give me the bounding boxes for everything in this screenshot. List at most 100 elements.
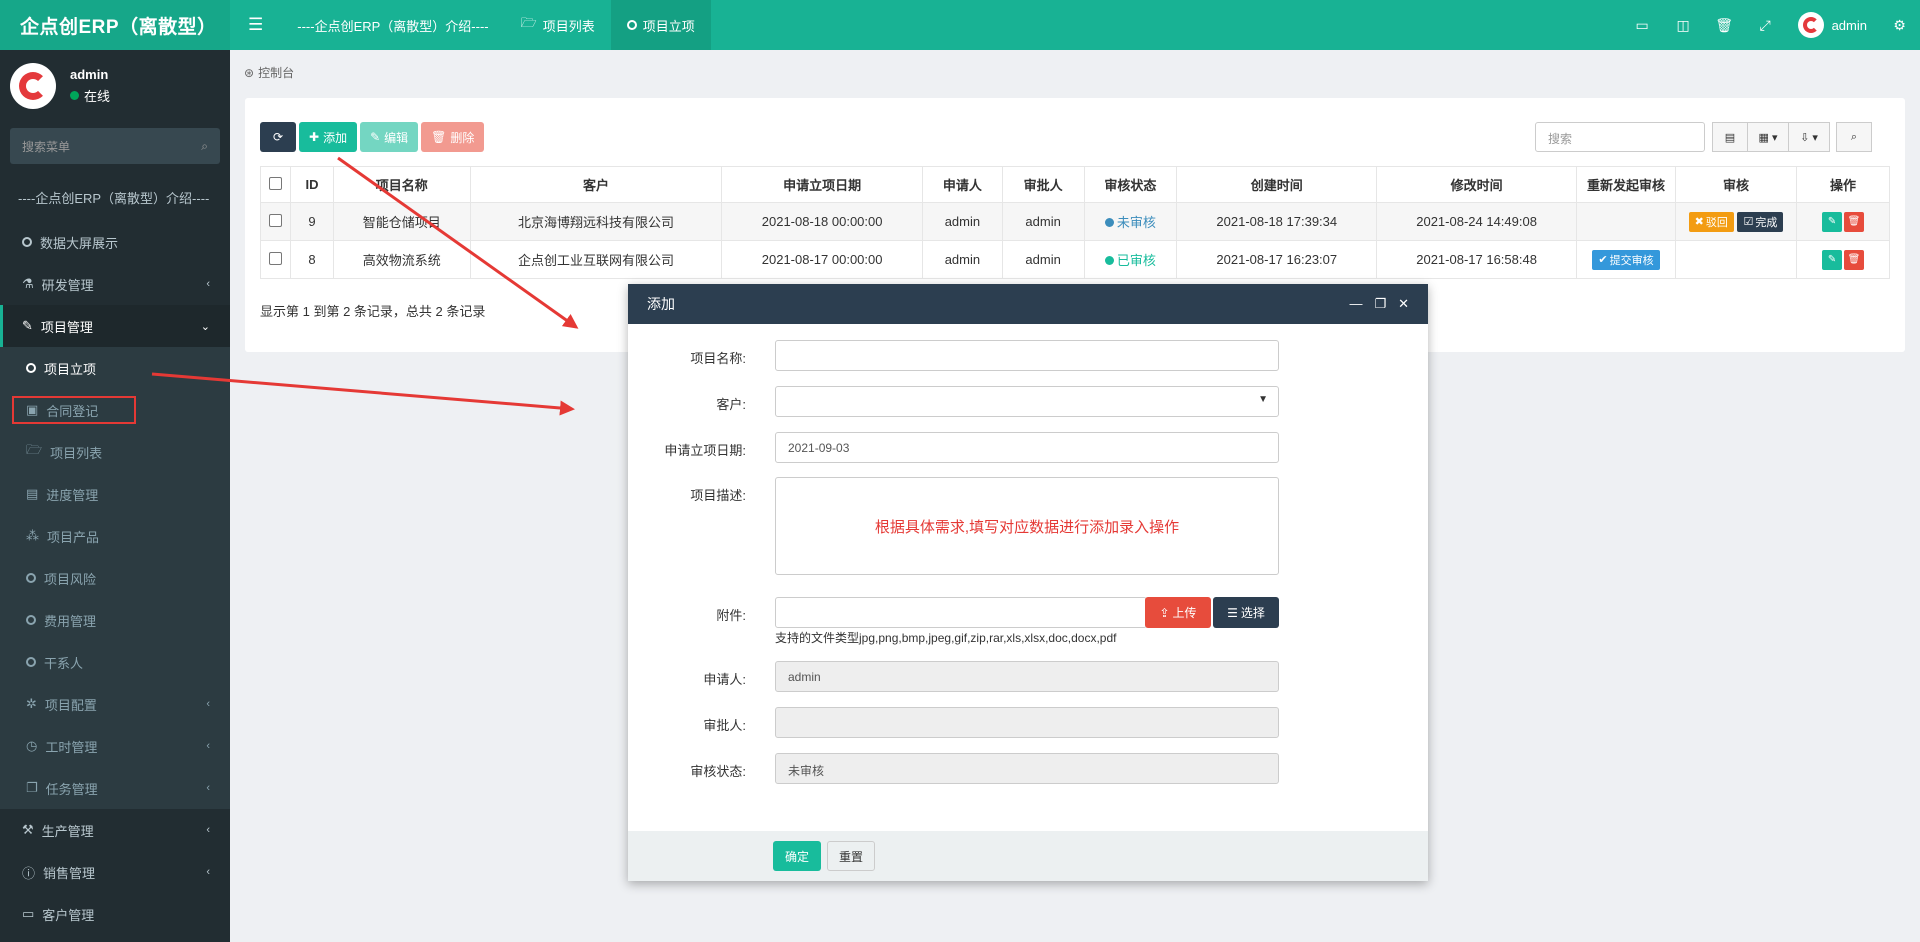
sidebar-item-project-list[interactable]: 🗁 项目列表 <box>0 431 230 473</box>
toggle-view-icon[interactable]: ▤ <box>1712 122 1748 152</box>
confirm-button[interactable]: 确定 <box>773 841 822 871</box>
choose-button[interactable]: ☰ 选择 <box>1213 597 1279 628</box>
complete-button[interactable]: ☑ 完成 <box>1737 211 1784 232</box>
resubmit-button[interactable]: ✔ 提交审核 <box>1592 249 1660 270</box>
row-delete-icon[interactable]: 🗑 <box>1844 249 1865 270</box>
col-header[interactable]: ID <box>290 166 334 203</box>
row-delete-icon[interactable]: 🗑 <box>1844 211 1865 232</box>
dialog-footer: 确定 重置 <box>628 831 1428 881</box>
maximize-icon[interactable]: ❐ <box>1374 296 1386 312</box>
col-header[interactable]: 修改时间 <box>1376 166 1578 203</box>
sidebar-item-label: 进度管理 <box>46 487 99 503</box>
sidebar-item-sales[interactable]: ⓘ 销售管理 ‹ <box>0 851 230 893</box>
top-tab-project-list[interactable]: 🗁 项目列表 <box>505 0 611 50</box>
reject-label: 驳回 <box>1705 216 1728 229</box>
fullscreen-icon[interactable]: ⤢ <box>1745 17 1786 34</box>
pagination-info: 显示第 1 到第 2 条记录，总共 2 条记录 <box>260 304 486 319</box>
col-header[interactable]: 审核状态 <box>1083 166 1178 203</box>
sidebar-item-progress[interactable]: ▤ 进度管理 <box>0 473 230 515</box>
col-header[interactable]: 项目名称 <box>332 166 471 203</box>
top-tab-project-init[interactable]: 项目立项 <box>610 0 711 50</box>
col-header[interactable]: 申请人 <box>922 166 1003 203</box>
delete-button[interactable]: 🗑 删除 <box>421 122 485 152</box>
description-textarea[interactable]: 根据具体需求,填写对应数据进行添加录入操作 <box>775 477 1279 575</box>
sidebar-item-worktime[interactable]: ◷ 工时管理 ‹ <box>0 725 230 767</box>
chevron-left-icon: ‹ <box>206 866 210 878</box>
sidebar-item-label: 项目配置 <box>44 697 97 713</box>
table-row[interactable]: 8 高效物流系统 企点创工业互联网有限公司 2021-08-17 00:00:0… <box>259 240 1890 279</box>
sidebar-item-risk[interactable]: 项目风险 <box>0 557 230 599</box>
refresh-button[interactable]: ⟳ <box>260 122 296 152</box>
user-menu[interactable]: admin <box>1786 12 1879 38</box>
col-header[interactable]: 操作 <box>1796 166 1890 203</box>
status-input: 未审核 <box>775 753 1279 784</box>
breadcrumb-item[interactable]: 控制台 <box>258 64 294 81</box>
columns-dropdown-icon[interactable]: ▦ ▾ <box>1747 122 1789 152</box>
sidebar-item-data-screen[interactable]: 数据大屏展示 <box>0 221 230 263</box>
col-header[interactable]: 客户 <box>469 166 723 203</box>
sidebar-item-label: 任务管理 <box>45 781 98 797</box>
list-icon: ☰ <box>1227 605 1238 620</box>
date-input[interactable]: 2021-09-03 <box>775 432 1279 463</box>
sidebar-item-project-init[interactable]: 项目立项 <box>0 347 230 389</box>
form-row-status: 审核状态: 未审核 <box>628 753 1428 784</box>
col-header[interactable]: 重新发起审核 <box>1576 166 1676 203</box>
sidebar-item-products[interactable]: ⁂ 项目产品 <box>0 515 230 557</box>
col-header[interactable]: 审核 <box>1674 166 1798 203</box>
toolbar: ⟳ ✚ 添加 ✎ 编辑 🗑 删除 <box>260 122 485 152</box>
col-header[interactable]: 申请立项日期 <box>721 166 924 203</box>
sidebar-item-task[interactable]: ❐ 任务管理 ‹ <box>0 767 230 809</box>
gears-icon[interactable]: ⚙ <box>1879 17 1920 34</box>
project-name-input[interactable] <box>775 340 1279 371</box>
delete-label: 删除 <box>450 130 475 145</box>
circle-icon <box>626 20 637 30</box>
columns-icon[interactable]: ◫ <box>1663 17 1704 34</box>
row-checkbox[interactable] <box>259 240 292 279</box>
refresh-icon: ⟳ <box>272 130 284 144</box>
cell-name: 高效物流系统 <box>332 240 471 279</box>
table-search-input[interactable]: 搜索 <box>1535 122 1705 152</box>
sidebar-header[interactable]: ----企点创ERP（离散型）介绍---- <box>0 174 230 221</box>
table-row[interactable]: 9 智能仓储项目 北京海博翔远科技有限公司 2021-08-18 00:00:0… <box>259 202 1890 241</box>
customer-select[interactable]: ▼ <box>775 386 1279 417</box>
sidebar-item-project-mgmt[interactable]: ✎ 项目管理 ⌄ <box>0 305 230 347</box>
desktop-icon[interactable]: ▭ <box>1622 17 1663 34</box>
sidebar-item-config[interactable]: ✲ 项目配置 ‹ <box>0 683 230 725</box>
edit-button[interactable]: ✎ 编辑 <box>360 122 419 152</box>
col-header[interactable]: 审批人 <box>1001 166 1085 203</box>
close-icon[interactable]: ✕ <box>1398 296 1409 312</box>
search-icon[interactable]: ⌕ <box>1836 122 1872 152</box>
sidebar-item-customer[interactable]: ▭ 客户管理 <box>0 893 230 935</box>
row-checkbox[interactable] <box>259 202 292 241</box>
app-logo[interactable]: 企点创ERP（离散型） <box>0 0 230 50</box>
caret-down-icon: ▼ <box>1258 394 1268 405</box>
reject-button[interactable]: ✖ 驳回 <box>1688 211 1734 232</box>
row-edit-icon[interactable]: ✎ <box>1822 249 1843 270</box>
reset-button[interactable]: 重置 <box>827 841 876 871</box>
minimize-icon[interactable]: — <box>1349 296 1362 312</box>
col-header[interactable]: 创建时间 <box>1176 166 1378 203</box>
menu-toggle-icon[interactable]: ☰ <box>230 0 281 50</box>
upload-button[interactable]: ⇪ 上传 <box>1145 597 1211 628</box>
sidebar-item-rnd[interactable]: ⚗ 研发管理 ‹ <box>0 263 230 305</box>
export-dropdown-icon[interactable]: ⇩ ▾ <box>1788 122 1830 152</box>
table-tools: ▤ ▦ ▾ ⇩ ▾ ⌕ <box>1712 122 1872 152</box>
cell-audit <box>1674 240 1798 279</box>
cell-resubmit <box>1576 202 1676 241</box>
sidebar-item-cost[interactable]: 费用管理 <box>0 599 230 641</box>
sidebar-item-production[interactable]: ⚒ 生产管理 ‹ <box>0 809 230 851</box>
select-all-checkbox[interactable] <box>259 166 292 203</box>
sidebar-item-stakeholder[interactable]: 干系人 <box>0 641 230 683</box>
row-edit-icon[interactable]: ✎ <box>1822 211 1843 232</box>
add-dialog: 添加 — ❐ ✕ 项目名称: 客户: ▼ 申请立项日期: 2021-09-03 … <box>628 284 1428 881</box>
top-tab-intro[interactable]: ----企点创ERP（离散型）介绍---- <box>281 0 504 50</box>
menu-search-input[interactable]: 搜索菜单 ⌕ <box>10 128 220 164</box>
status-badge: 未审核 <box>1083 202 1178 241</box>
annotation-text: 根据具体需求,填写对应数据进行添加录入操作 <box>874 519 1180 536</box>
add-button[interactable]: ✚ 添加 <box>299 122 358 152</box>
avatar <box>1797 12 1824 38</box>
trash-icon[interactable]: 🗑 <box>1704 17 1745 34</box>
cell-date: 2021-08-17 00:00:00 <box>721 240 924 279</box>
attachment-input[interactable] <box>775 597 1147 628</box>
sidebar-item-label: 费用管理 <box>44 613 97 629</box>
